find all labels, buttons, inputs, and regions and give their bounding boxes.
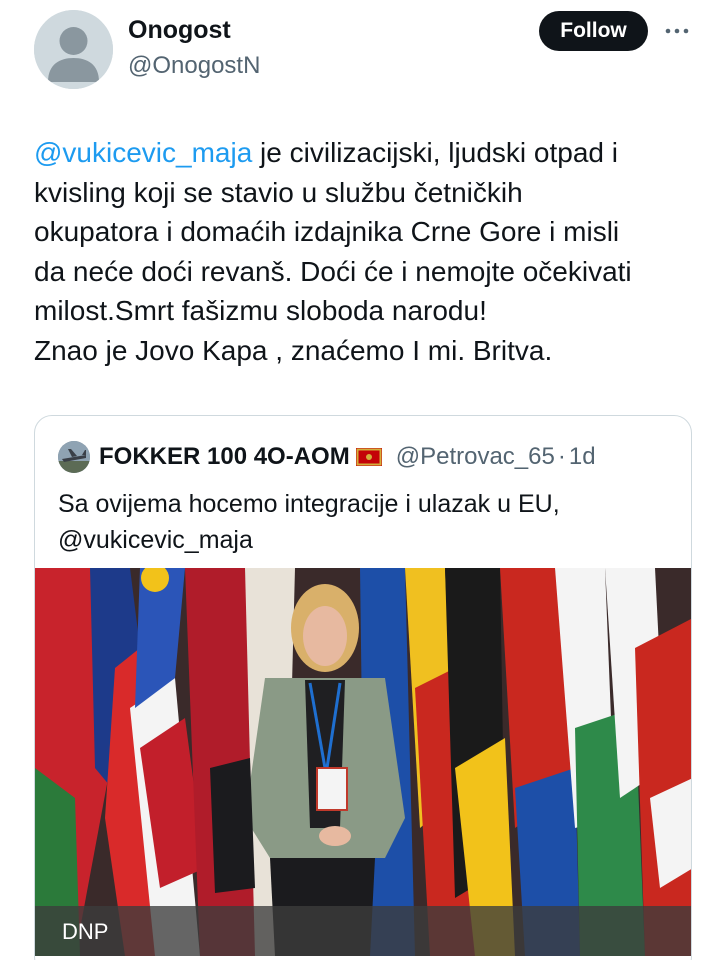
tweet-line-5: milost.Smrt fašizmu sloboda narodu!: [34, 295, 487, 326]
tweet-line-4: da neće doći revanš. Doći će i nemojte o…: [34, 255, 632, 287]
montenegro-flag-icon: [355, 448, 382, 466]
user-handle[interactable]: @OnogostN: [128, 52, 260, 80]
quoted-text: Sa ovijema hocemo integracije i ulazak u…: [58, 486, 678, 558]
separator-dot: ·: [557, 443, 566, 470]
tweet-line-1-text: je civilizacijski, ljudski otpad i: [252, 137, 618, 168]
tweet-line-1: @vukicevic_maja je civilizacijski, ljuds…: [34, 133, 684, 173]
quoted-text-line-2[interactable]: @vukicevic_maja: [58, 522, 678, 558]
quoted-text-line-1: Sa ovijema hocemo integracije i ulazak u…: [58, 490, 560, 518]
tweet-text: @vukicevic_maja je civilizacijski, ljuds…: [34, 133, 684, 370]
tweet-header: Onogost @OnogostN Follow: [34, 10, 694, 90]
quoted-tweet[interactable]: FOKKER 100 4O-AOM @Petrovac_65 · 1d Sa o…: [34, 415, 692, 960]
more-options-icon[interactable]: [664, 18, 690, 44]
display-name[interactable]: Onogost: [128, 16, 231, 45]
photo-image: [35, 568, 691, 956]
quoted-handle[interactable]: @Petrovac_65: [396, 443, 555, 471]
avatar[interactable]: [34, 10, 113, 89]
alt-text-bar: DNP: [35, 906, 691, 956]
quoted-photo[interactable]: DNP: [35, 568, 691, 956]
quoted-display-name[interactable]: FOKKER 100 4O-AOM: [99, 443, 350, 471]
airplane-avatar-icon: [58, 441, 90, 473]
quoted-tweet-header: FOKKER 100 4O-AOM @Petrovac_65 · 1d: [58, 440, 596, 474]
tweet-line-2: kvisling koji se stavio u službu četničk…: [34, 176, 523, 208]
tweet-line-3: okupatora i domaćih izdajnika Crne Gore …: [34, 216, 620, 247]
mention-link[interactable]: @vukicevic_maja: [34, 137, 252, 168]
follow-button[interactable]: Follow: [539, 11, 648, 51]
media-label: DNP: [62, 919, 109, 944]
default-avatar-icon: [34, 10, 113, 89]
tweet-line-6: Znao je Jovo Kapa , znaćemo I mi. Britva…: [34, 334, 553, 366]
quoted-avatar[interactable]: [58, 441, 90, 473]
quoted-timestamp[interactable]: 1d: [569, 443, 596, 471]
